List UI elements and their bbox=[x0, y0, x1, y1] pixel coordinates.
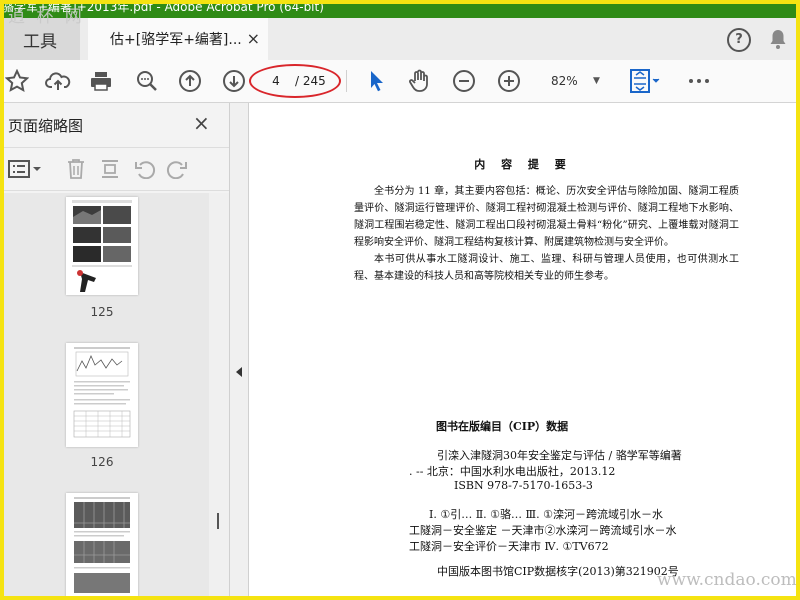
summary-paragraph-1: 全书分为 11 章，其主要内容包括：概论、历次安全评估与除险加固、隧洞工程质量评… bbox=[354, 186, 739, 248]
thumbnail-page-127[interactable] bbox=[66, 493, 138, 600]
thumbnail-label: 126 bbox=[90, 455, 114, 469]
prev-page-icon[interactable] bbox=[175, 66, 205, 96]
panel-toolbar bbox=[0, 147, 229, 191]
cip-line: 工隧洞－安全鉴定 －天津市②水滦河－跨流域引水－水 bbox=[409, 524, 677, 537]
delete-page-icon[interactable] bbox=[66, 158, 86, 180]
tab-bar: 工具 估+[骆学军+编著]... × ? bbox=[0, 18, 800, 61]
thumbnail-page-125[interactable] bbox=[66, 197, 138, 295]
thumbnail-list: 125 126 bbox=[0, 193, 209, 600]
cip-line: 中国版本图书馆CIP数据核字(2013)第321902号 bbox=[437, 565, 679, 578]
panel-title: 页面缩略图 bbox=[8, 117, 84, 135]
summary-heading: 内 容 提 要 bbox=[474, 158, 572, 171]
notification-bell-icon[interactable] bbox=[766, 27, 790, 51]
main-toolbar: 4 / 245 82% ▼ bbox=[0, 60, 800, 103]
rotate-right-icon[interactable] bbox=[166, 159, 188, 179]
document-view[interactable]: 内 容 提 要 全书分为 11 章，其主要内容包括：概论、历次安全评估与除险加固… bbox=[249, 103, 797, 600]
fit-page-icon[interactable] bbox=[627, 66, 663, 96]
more-icon[interactable] bbox=[684, 66, 714, 96]
zoom-out-icon[interactable] bbox=[449, 66, 479, 96]
zoom-value: 82% bbox=[551, 74, 578, 88]
upload-icon[interactable] bbox=[43, 66, 73, 96]
help-icon[interactable]: ? bbox=[727, 28, 751, 52]
panel-close-icon[interactable]: × bbox=[193, 111, 210, 135]
zoom-search-icon[interactable] bbox=[132, 66, 162, 96]
panel-splitter[interactable] bbox=[230, 103, 249, 600]
cip-line: ISBN 978-7-5170-1653-3 bbox=[454, 479, 593, 492]
thumbnail-label: 125 bbox=[90, 305, 114, 319]
summary-paragraph-2: 本书可供从事水工隧洞设计、施工、监理、科研与管理人员使用，也可供测水工程、基本建… bbox=[354, 254, 739, 282]
tab-tools-label: 工具 bbox=[23, 31, 57, 52]
cip-line: 引滦入津隧洞30年安全鉴定与评估 / 骆学军等编著 bbox=[437, 449, 682, 462]
bookmark-star-icon[interactable] bbox=[2, 66, 32, 96]
watermark-top: 逍 杯 网 bbox=[8, 7, 85, 27]
watermark-bottom: www.cndao.com bbox=[657, 570, 797, 590]
cip-line: 工隧洞－安全评价－天津市 Ⅳ. ①TV672 bbox=[409, 540, 609, 553]
extract-page-icon[interactable] bbox=[100, 158, 120, 180]
select-cursor-icon[interactable] bbox=[362, 66, 392, 96]
thumbnail-options-icon[interactable] bbox=[8, 160, 42, 178]
thumbnail-scrollbar[interactable] bbox=[209, 193, 229, 600]
zoom-dropdown[interactable]: 82% ▼ bbox=[541, 69, 607, 93]
chevron-down-icon: ▼ bbox=[593, 76, 600, 86]
tab-document[interactable]: 估+[骆学军+编著]... × bbox=[88, 18, 268, 60]
thumbnail-page-126[interactable] bbox=[66, 343, 138, 447]
cip-title: 图书在版编目（CIP）数据 bbox=[436, 420, 569, 433]
toolbar-divider bbox=[346, 70, 347, 92]
tab-document-label: 估+[骆学军+编著]... bbox=[110, 32, 242, 48]
print-icon[interactable] bbox=[86, 66, 116, 96]
next-page-icon[interactable] bbox=[219, 66, 249, 96]
hand-icon[interactable] bbox=[405, 66, 435, 96]
scrollbar-grip[interactable] bbox=[217, 513, 219, 529]
zoom-in-icon[interactable] bbox=[494, 66, 524, 96]
annotation-oval bbox=[249, 64, 341, 98]
window-title-bar: 骆学军+编著]+2013年.pdf - Adobe Acrobat Pro (6… bbox=[0, 0, 800, 18]
cip-line: . -- 北京：中国水利水电出版社，2013.12 bbox=[409, 465, 616, 478]
rotate-left-icon[interactable] bbox=[134, 159, 156, 179]
tab-close-icon[interactable]: × bbox=[247, 29, 260, 48]
cip-line: Ⅰ. ①引… Ⅱ. ①骆… Ⅲ. ①滦河－跨流域引水－水 bbox=[429, 508, 663, 521]
collapse-panel-icon[interactable] bbox=[236, 367, 242, 377]
thumbnail-panel: 页面缩略图 × 125 126 bbox=[0, 103, 230, 600]
document-page: 内 容 提 要 全书分为 11 章，其主要内容包括：概论、历次安全评估与除险加固… bbox=[249, 103, 797, 600]
